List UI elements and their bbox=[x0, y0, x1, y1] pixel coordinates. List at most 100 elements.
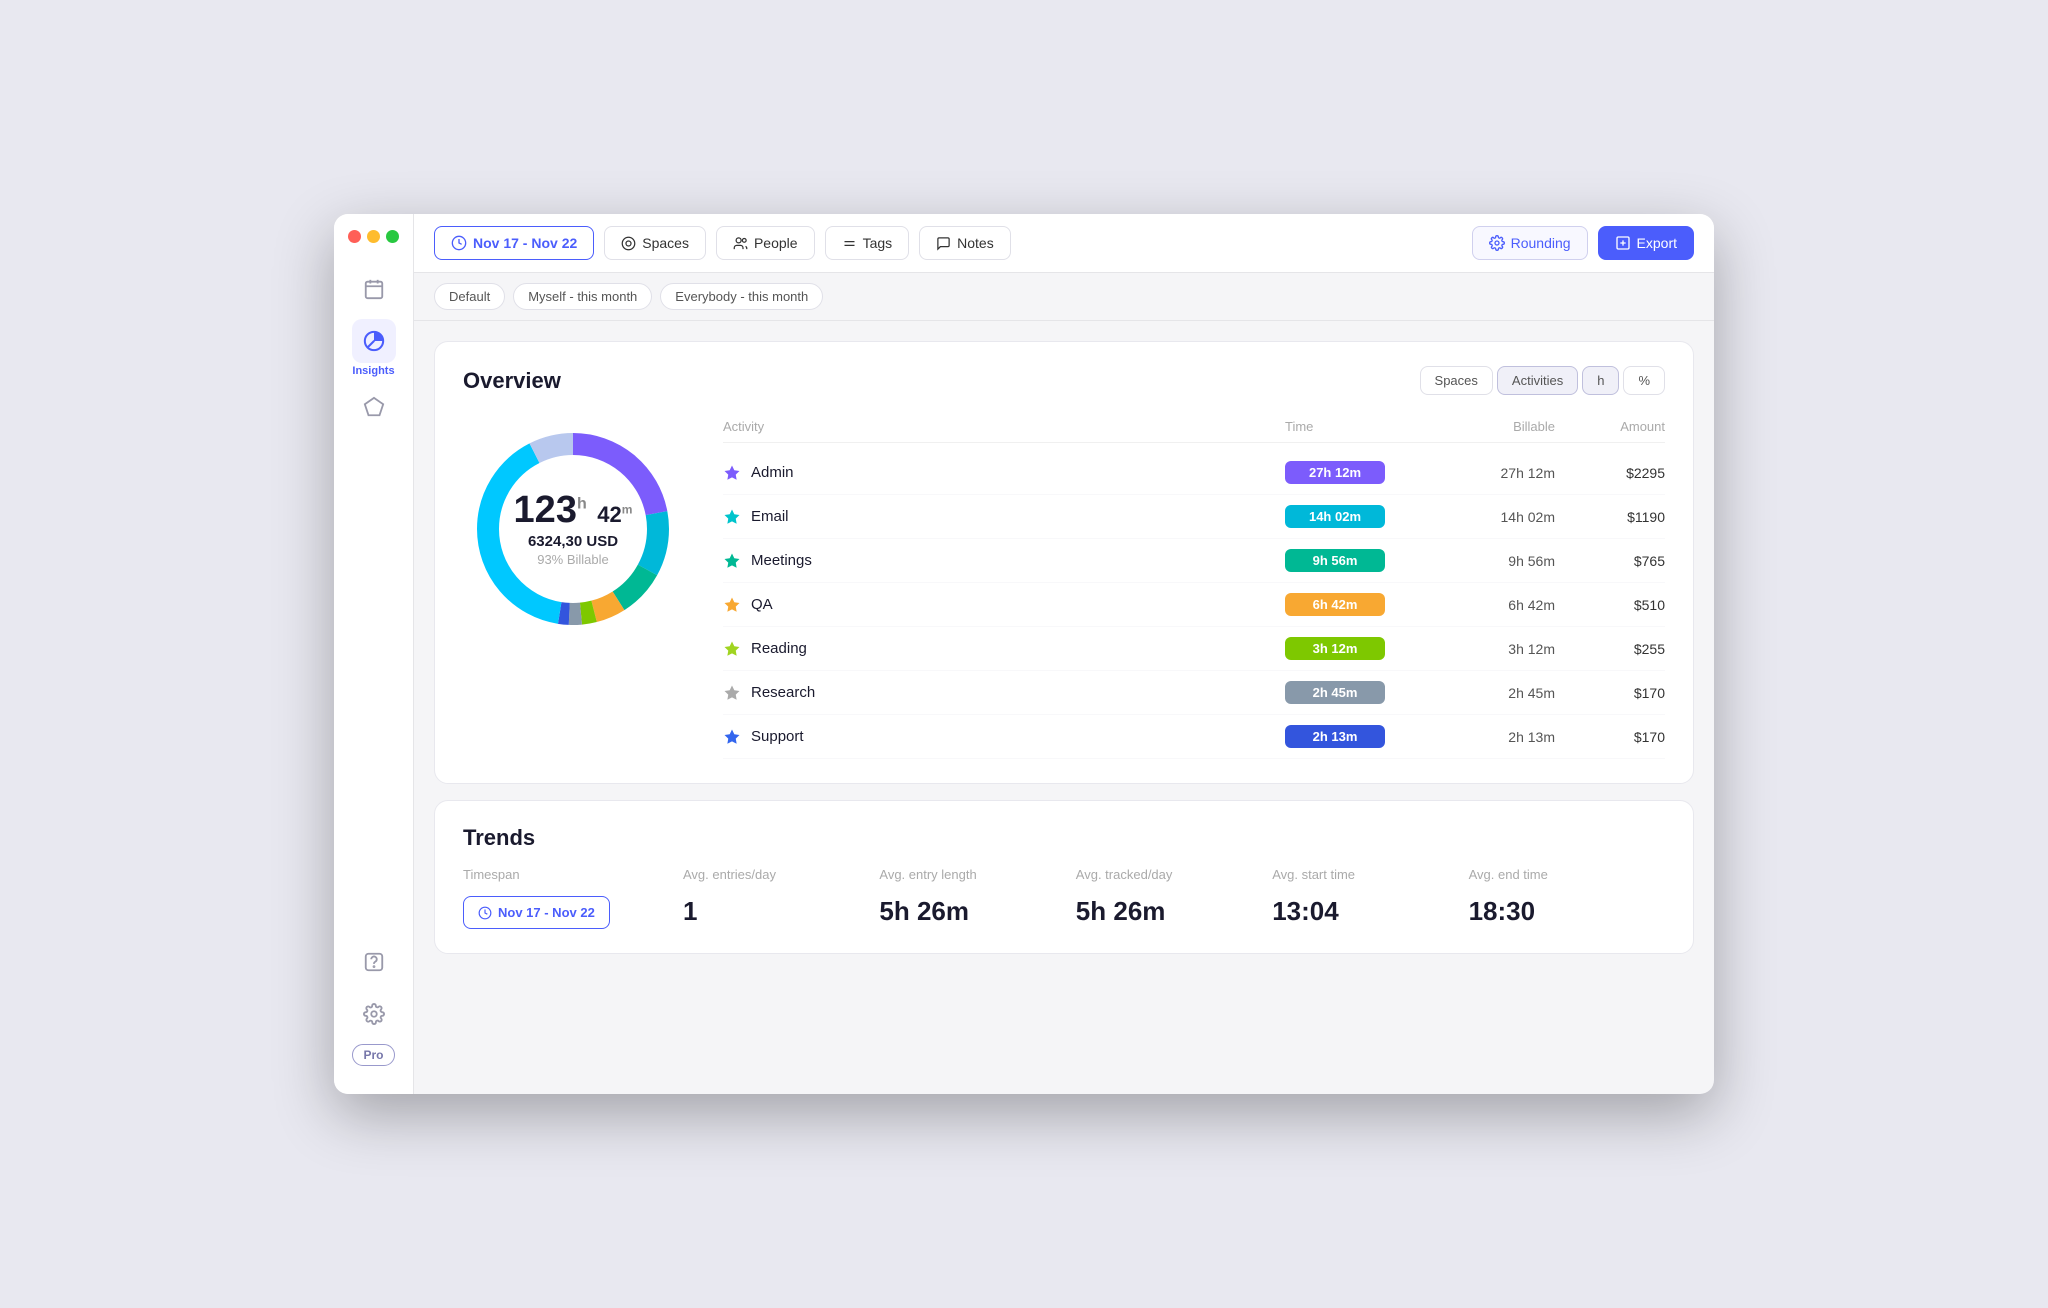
toggle-spaces[interactable]: Spaces bbox=[1420, 366, 1493, 395]
app-window: Insights Pro bbox=[334, 214, 1714, 1094]
amount-cell: $1190 bbox=[1565, 509, 1665, 525]
time-cell: 2h 45m bbox=[1285, 681, 1425, 704]
topbar-left: Nov 17 - Nov 22 Spaces bbox=[434, 226, 1462, 260]
rounding-label: Rounding bbox=[1511, 235, 1571, 251]
donut-total-time: 123h 42m bbox=[514, 491, 633, 529]
pro-badge[interactable]: Pro bbox=[352, 1044, 394, 1066]
time-cell: 2h 13m bbox=[1285, 725, 1425, 748]
activity-name-cell: Support bbox=[723, 728, 1285, 746]
trend-clock-icon bbox=[478, 906, 492, 920]
billable-cell: 3h 12m bbox=[1425, 641, 1565, 657]
content-area: Overview Spaces Activities h % bbox=[414, 321, 1714, 1094]
filter-default[interactable]: Default bbox=[434, 283, 505, 310]
sidebar-item-calendar[interactable] bbox=[352, 267, 396, 311]
export-button[interactable]: Export bbox=[1598, 226, 1694, 260]
time-cell: 14h 02m bbox=[1285, 505, 1425, 528]
trends-card: Trends Timespan Nov 17 - Nov 22 bbox=[434, 800, 1694, 954]
activity-table-header: Activity Time Billable Amount bbox=[723, 419, 1665, 443]
billable-cell: 2h 13m bbox=[1425, 729, 1565, 745]
activity-table: Activity Time Billable Amount Admin 27h … bbox=[723, 419, 1665, 759]
activity-row: Research 2h 45m 2h 45m $170 bbox=[723, 671, 1665, 715]
time-badge: 2h 13m bbox=[1285, 725, 1385, 748]
people-button[interactable]: People bbox=[716, 226, 815, 260]
maximize-button[interactable] bbox=[386, 230, 399, 243]
toggle-activities[interactable]: Activities bbox=[1497, 366, 1578, 395]
toggle-percent[interactable]: % bbox=[1623, 366, 1665, 395]
donut-billable: 93% Billable bbox=[514, 552, 633, 567]
amount-cell: $510 bbox=[1565, 597, 1665, 613]
toggle-hours[interactable]: h bbox=[1582, 366, 1619, 395]
export-label: Export bbox=[1637, 235, 1677, 251]
sidebar-item-insights[interactable] bbox=[352, 319, 396, 363]
billable-cell: 27h 12m bbox=[1425, 465, 1565, 481]
export-icon bbox=[1615, 235, 1631, 251]
minimize-button[interactable] bbox=[367, 230, 380, 243]
trend-date-range-button[interactable]: Nov 17 - Nov 22 bbox=[463, 896, 610, 929]
topbar-right: Rounding Export bbox=[1472, 226, 1694, 260]
filter-myself[interactable]: Myself - this month bbox=[513, 283, 652, 310]
activity-name-cell: QA bbox=[723, 596, 1285, 614]
overview-title: Overview bbox=[463, 368, 561, 394]
time-cell: 9h 56m bbox=[1285, 549, 1425, 572]
filter-myself-label: Myself - this month bbox=[528, 289, 637, 304]
amount-cell: $255 bbox=[1565, 641, 1665, 657]
tags-label: Tags bbox=[863, 235, 893, 251]
donut-center: 123h 42m 6324,30 USD 93% Billable bbox=[514, 491, 633, 567]
amount-cell: $170 bbox=[1565, 685, 1665, 701]
rounding-button[interactable]: Rounding bbox=[1472, 226, 1588, 260]
trends-grid: Timespan Nov 17 - Nov 22 Avg. entries/da… bbox=[463, 867, 1665, 929]
main-content: Nov 17 - Nov 22 Spaces bbox=[414, 214, 1714, 1094]
sidebar: Insights Pro bbox=[334, 214, 414, 1094]
sidebar-item-settings[interactable] bbox=[352, 992, 396, 1036]
tags-button[interactable]: Tags bbox=[825, 226, 910, 260]
time-cell: 27h 12m bbox=[1285, 461, 1425, 484]
trend-start-col: Avg. start time 13:04 bbox=[1272, 867, 1468, 927]
time-cell: 3h 12m bbox=[1285, 637, 1425, 660]
time-badge: 6h 42m bbox=[1285, 593, 1385, 616]
activity-name-cell: Reading bbox=[723, 640, 1285, 658]
filter-everybody-label: Everybody - this month bbox=[675, 289, 808, 304]
trend-avg-tracked: 5h 26m bbox=[1076, 896, 1272, 927]
trend-entry-length-col: Avg. entry length 5h 26m bbox=[879, 867, 1075, 927]
date-range-button[interactable]: Nov 17 - Nov 22 bbox=[434, 226, 594, 260]
notes-button[interactable]: Notes bbox=[919, 226, 1011, 260]
trend-timespan-col: Timespan Nov 17 - Nov 22 bbox=[463, 867, 683, 929]
overview-card: Overview Spaces Activities h % bbox=[434, 341, 1694, 784]
trend-avg-entries: 1 bbox=[683, 896, 879, 927]
filter-everybody[interactable]: Everybody - this month bbox=[660, 283, 823, 310]
amount-cell: $170 bbox=[1565, 729, 1665, 745]
trend-avg-start: 13:04 bbox=[1272, 896, 1468, 927]
date-range-label: Nov 17 - Nov 22 bbox=[473, 235, 577, 251]
close-button[interactable] bbox=[348, 230, 361, 243]
amount-cell: $765 bbox=[1565, 553, 1665, 569]
tags-icon bbox=[842, 236, 857, 251]
activity-rows-container: Admin 27h 12m 27h 12m $2295 Email 14h 02… bbox=[723, 451, 1665, 759]
sidebar-item-help[interactable] bbox=[352, 940, 396, 984]
activity-row: Admin 27h 12m 27h 12m $2295 bbox=[723, 451, 1665, 495]
star-icon bbox=[723, 552, 741, 570]
star-icon bbox=[723, 728, 741, 746]
trend-avg-end: 18:30 bbox=[1469, 896, 1665, 927]
billable-cell: 14h 02m bbox=[1425, 509, 1565, 525]
clock-icon bbox=[451, 235, 467, 251]
rounding-icon bbox=[1489, 235, 1505, 251]
overview-header: Overview Spaces Activities h % bbox=[463, 366, 1665, 395]
activity-row: Reading 3h 12m 3h 12m $255 bbox=[723, 627, 1665, 671]
sidebar-item-diamond[interactable] bbox=[352, 385, 396, 429]
overview-body: 123h 42m 6324,30 USD 93% Billable Activi… bbox=[463, 419, 1665, 759]
star-icon bbox=[723, 596, 741, 614]
billable-cell: 2h 45m bbox=[1425, 685, 1565, 701]
filter-bar: Default Myself - this month Everybody - … bbox=[414, 273, 1714, 321]
trend-entries-col: Avg. entries/day 1 bbox=[683, 867, 879, 927]
star-icon bbox=[723, 684, 741, 702]
spaces-button[interactable]: Spaces bbox=[604, 226, 706, 260]
donut-usd: 6324,30 USD bbox=[514, 533, 633, 550]
trend-date-label: Nov 17 - Nov 22 bbox=[498, 905, 595, 920]
activity-name-cell: Research bbox=[723, 684, 1285, 702]
donut-chart: 123h 42m 6324,30 USD 93% Billable bbox=[463, 419, 683, 639]
activity-name-cell: Meetings bbox=[723, 552, 1285, 570]
sidebar-insights-label: Insights bbox=[352, 365, 394, 377]
amount-cell: $2295 bbox=[1565, 465, 1665, 481]
time-badge: 3h 12m bbox=[1285, 637, 1385, 660]
trend-avg-entry-length: 5h 26m bbox=[879, 896, 1075, 927]
